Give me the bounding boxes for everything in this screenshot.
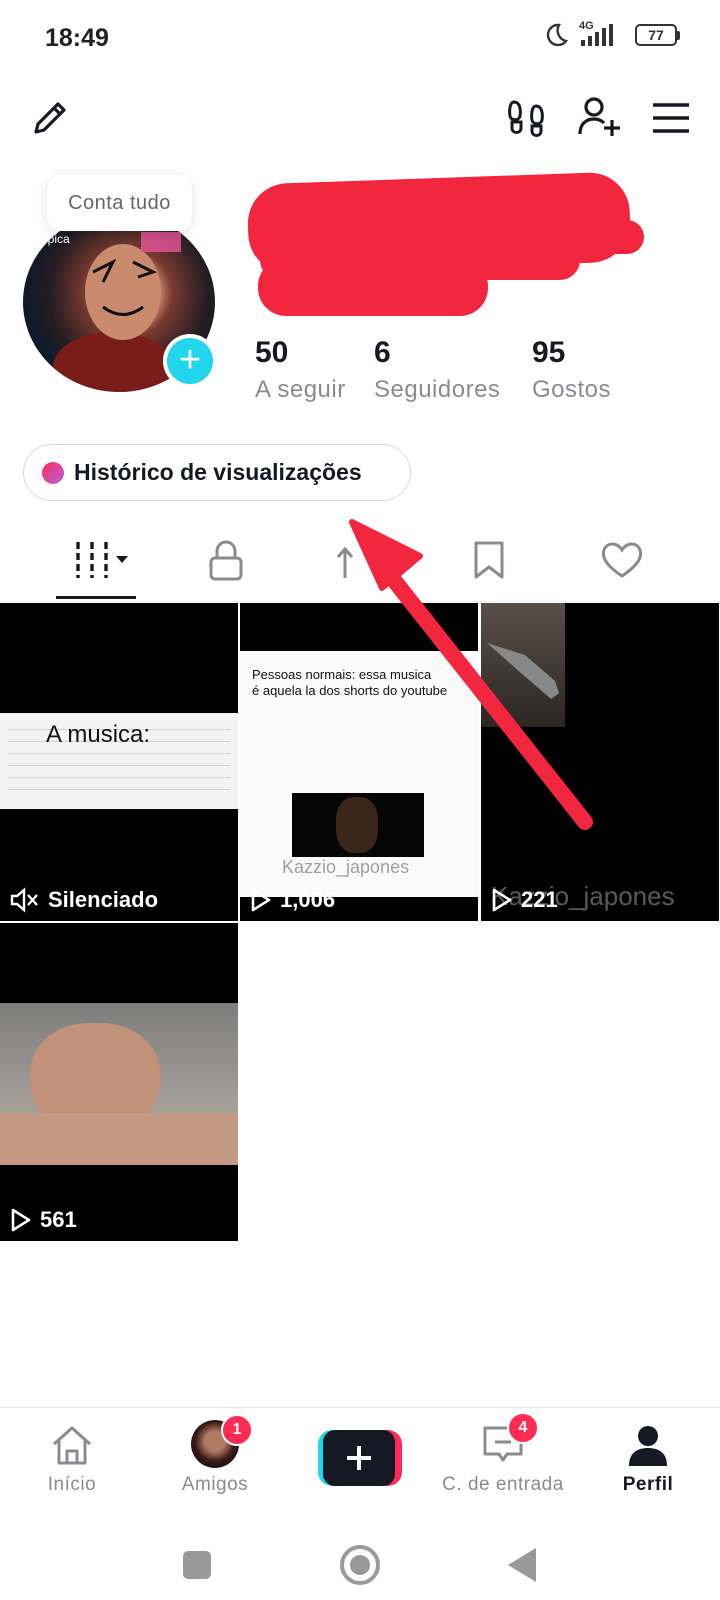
followers-stat[interactable]: 6 Seguidores (374, 336, 500, 404)
status-time: 18:49 (45, 24, 109, 52)
muted-icon (10, 887, 38, 913)
content-tabs (0, 520, 720, 602)
following-count: 50 (255, 336, 289, 369)
menu-icon[interactable] (648, 92, 694, 144)
view-history-button[interactable]: Histórico de visualizações (23, 444, 411, 501)
notification-badge: 1 (221, 1414, 253, 1446)
nav-inbox-label: C. de entrada (442, 1474, 564, 1495)
private-tab[interactable] (208, 540, 244, 587)
home-icon (53, 1426, 91, 1465)
grid-icon (76, 542, 128, 578)
followers-label: Seguidores (374, 376, 501, 403)
videos-tab[interactable] (74, 540, 134, 585)
story-bubble: Conta tudo (47, 175, 192, 231)
video-watermark: Kazzio_japones (282, 857, 410, 877)
nav-profile-label: Perfil (622, 1474, 674, 1495)
status-icons: 4G 77 (543, 20, 680, 48)
system-nav-bar (0, 1508, 720, 1600)
video-tile[interactable]: Pessoas normais: essa musica é aquela la… (240, 603, 478, 921)
video-status: Silenciado (10, 887, 158, 913)
video-tile[interactable]: Kazzio_japones 221 (481, 603, 719, 921)
nav-profile[interactable]: Perfil (578, 1408, 718, 1508)
play-icon (492, 888, 512, 912)
view-count: 221 (521, 887, 558, 912)
play-icon (11, 1208, 31, 1232)
status-bar: 18:49 4G 77 (0, 0, 720, 80)
recents-button[interactable] (183, 1551, 211, 1579)
heart-icon (601, 542, 643, 578)
nav-home-label: Início (47, 1474, 97, 1495)
create-button[interactable] (318, 1430, 402, 1486)
create-icon (347, 1446, 371, 1470)
nav-inbox[interactable]: C. de entrada 4 (433, 1408, 573, 1508)
battery-icon: 77 (635, 24, 680, 46)
bookmark-icon (474, 541, 504, 579)
reposts-tab[interactable] (335, 540, 375, 587)
play-icon (251, 888, 271, 912)
nav-home[interactable]: Início (2, 1408, 142, 1508)
profile-top-bar (0, 88, 720, 152)
active-tab-indicator (56, 596, 136, 599)
video-view-count: 561 (10, 1207, 77, 1233)
favorites-tab[interactable] (472, 540, 506, 585)
add-story-button[interactable]: + (163, 334, 217, 388)
video-view-count: 221 (491, 887, 558, 913)
likes-label: Gostos (532, 376, 612, 403)
view-count: 561 (40, 1207, 77, 1232)
following-stat[interactable]: 50 A seguir (255, 336, 346, 404)
back-button[interactable] (508, 1548, 536, 1582)
likes-stat[interactable]: 95 Gostos (532, 336, 611, 404)
video-status-label: Silenciado (48, 887, 159, 912)
add-friend-icon[interactable] (574, 92, 626, 144)
notification-badge: 4 (507, 1412, 539, 1444)
edit-icon[interactable] (24, 92, 76, 144)
nav-friends[interactable]: Amigos 1 (145, 1408, 285, 1508)
following-label: A seguir (255, 376, 346, 403)
battery-level: 77 (635, 24, 677, 46)
moon-icon (546, 23, 569, 47)
signal-icon: 4G (579, 20, 625, 48)
view-count: 1,006 (280, 887, 336, 912)
footprints-icon[interactable] (500, 92, 552, 144)
home-button[interactable] (340, 1545, 380, 1585)
repost-icon (336, 546, 354, 578)
liked-tab[interactable] (600, 540, 644, 585)
followers-count: 6 (374, 336, 391, 369)
profile-icon (629, 1426, 667, 1466)
video-tile[interactable]: A musica: Silenciado (0, 603, 238, 921)
view-history-label: Histórico de visualizações (74, 459, 362, 485)
clock-icon (42, 461, 64, 484)
nav-friends-label: Amigos (181, 1474, 249, 1495)
video-view-count: 1,006 (250, 887, 335, 913)
video-overlay-text: A musica: (46, 721, 151, 748)
likes-count: 95 (532, 336, 566, 369)
video-tile[interactable]: 561 (0, 923, 238, 1241)
video-overlay-text: Pessoas normais: essa musica é aquela la… (252, 667, 448, 698)
lock-icon (209, 540, 243, 581)
bottom-nav: Início Amigos 1 C. de entrada 4 Perfil (0, 1407, 720, 1507)
